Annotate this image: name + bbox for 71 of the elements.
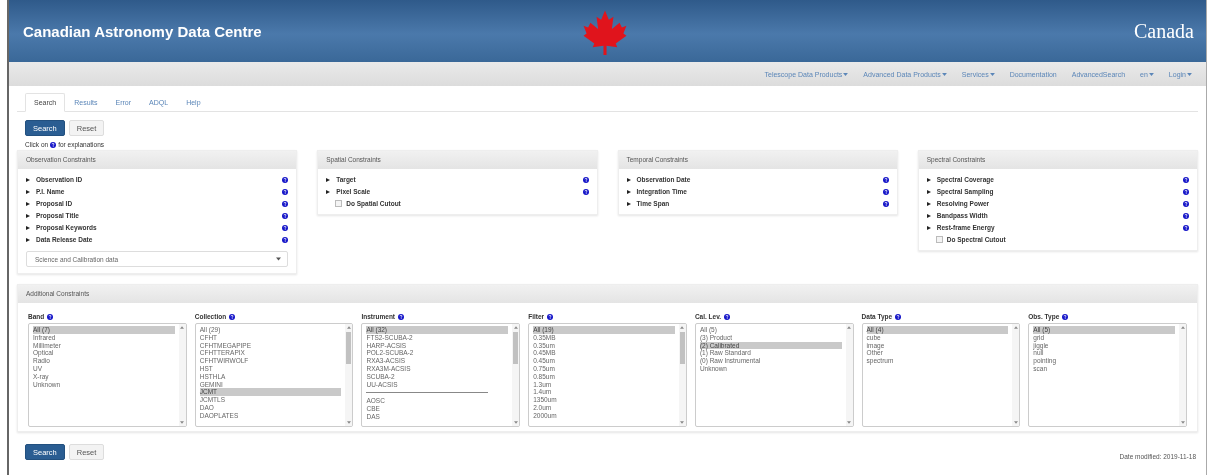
help-icon[interactable] bbox=[282, 188, 289, 195]
canada-wordmark: Canada bbox=[1134, 19, 1194, 43]
caret-icon bbox=[989, 72, 995, 76]
expand-triangle-icon[interactable] bbox=[26, 225, 30, 230]
help-icon[interactable] bbox=[1183, 200, 1189, 207]
expand-triangle-icon[interactable] bbox=[326, 189, 331, 194]
expand-triangle-icon[interactable] bbox=[26, 177, 30, 182]
checkbox[interactable] bbox=[335, 200, 343, 207]
scroll-up-icon[interactable] bbox=[513, 326, 518, 329]
help-icon[interactable] bbox=[282, 176, 289, 183]
scroll-down-icon[interactable] bbox=[1013, 421, 1018, 424]
expand-triangle-icon[interactable] bbox=[626, 189, 631, 194]
site-title: Canadian Astronomy Data Centre bbox=[23, 22, 262, 40]
scroll-up-icon[interactable] bbox=[1180, 326, 1185, 329]
scroll-down-icon[interactable] bbox=[513, 421, 518, 424]
scrollbar[interactable] bbox=[345, 324, 353, 426]
scroll-up-icon[interactable] bbox=[847, 326, 852, 329]
help-icon[interactable] bbox=[282, 200, 289, 207]
expand-triangle-icon[interactable] bbox=[26, 201, 30, 206]
scrollbar[interactable] bbox=[678, 324, 686, 426]
scroll-down-icon[interactable] bbox=[346, 421, 351, 424]
scroll-up-icon[interactable] bbox=[680, 326, 685, 329]
scrollbar[interactable] bbox=[1012, 324, 1020, 426]
expand-triangle-icon[interactable] bbox=[926, 213, 931, 218]
expand-triangle-icon[interactable] bbox=[926, 201, 931, 206]
caret-icon bbox=[1148, 72, 1154, 76]
expand-triangle-icon[interactable] bbox=[926, 225, 931, 230]
help-icon[interactable] bbox=[582, 188, 589, 195]
expand-triangle-icon[interactable] bbox=[926, 189, 931, 194]
scrollbar[interactable] bbox=[178, 324, 186, 426]
expand-triangle-icon[interactable] bbox=[26, 237, 30, 242]
expand-triangle-icon[interactable] bbox=[26, 189, 30, 194]
help-icon[interactable] bbox=[282, 236, 289, 243]
caret-icon bbox=[941, 72, 947, 76]
scrollbar[interactable] bbox=[845, 324, 853, 426]
help-icon[interactable] bbox=[50, 141, 57, 148]
help-icon[interactable] bbox=[1183, 176, 1189, 183]
expand-triangle-icon[interactable] bbox=[26, 213, 30, 218]
help-icon[interactable] bbox=[1062, 313, 1069, 320]
scroll-down-icon[interactable] bbox=[680, 421, 685, 424]
checkbox[interactable] bbox=[935, 236, 943, 243]
help-icon[interactable] bbox=[1183, 188, 1189, 195]
help-icon[interactable] bbox=[882, 188, 889, 195]
scroll-up-icon[interactable] bbox=[180, 326, 185, 329]
scroll-up-icon[interactable] bbox=[1013, 326, 1018, 329]
help-icon[interactable] bbox=[282, 224, 289, 231]
help-icon[interactable] bbox=[1183, 212, 1189, 219]
scrollbar[interactable] bbox=[1179, 324, 1187, 426]
help-icon[interactable] bbox=[724, 313, 731, 320]
caret-icon bbox=[843, 72, 849, 76]
help-icon[interactable] bbox=[282, 212, 289, 219]
help-icon[interactable] bbox=[47, 313, 54, 320]
help-icon[interactable] bbox=[229, 313, 236, 320]
help-icon[interactable] bbox=[882, 200, 889, 207]
expand-triangle-icon[interactable] bbox=[626, 177, 631, 182]
scroll-down-icon[interactable] bbox=[180, 421, 185, 424]
expand-triangle-icon[interactable] bbox=[626, 201, 631, 206]
help-icon[interactable] bbox=[1183, 224, 1189, 231]
help-icon[interactable] bbox=[882, 176, 889, 183]
help-icon[interactable] bbox=[398, 313, 405, 320]
expand-triangle-icon[interactable] bbox=[326, 177, 331, 182]
scroll-down-icon[interactable] bbox=[1180, 421, 1185, 424]
help-icon[interactable] bbox=[895, 313, 902, 320]
expand-triangle-icon[interactable] bbox=[926, 177, 931, 182]
scroll-up-icon[interactable] bbox=[346, 326, 351, 329]
help-icon[interactable] bbox=[547, 313, 554, 320]
caret-icon bbox=[276, 257, 282, 261]
help-icon[interactable] bbox=[582, 176, 589, 183]
scrollbar[interactable] bbox=[512, 324, 520, 426]
caret-icon bbox=[1187, 72, 1192, 76]
scroll-down-icon[interactable] bbox=[847, 421, 852, 424]
